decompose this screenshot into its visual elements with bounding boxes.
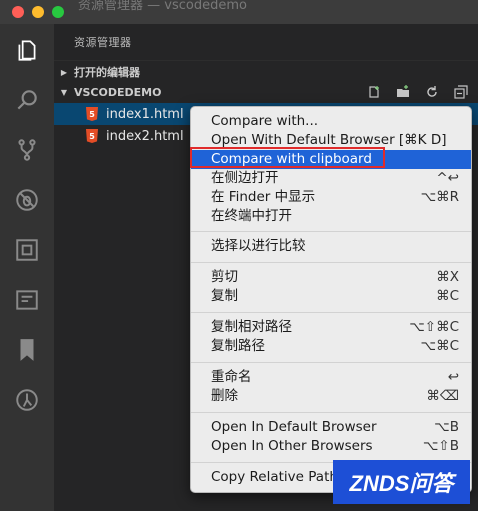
znds-watermark-logo: ZNDS问答 (333, 460, 470, 504)
files-icon[interactable] (13, 36, 41, 64)
menu-item-shortcut: ⌘⌫ (426, 388, 459, 404)
menu-item-open-default-browser-shortcut[interactable]: Open With Default Browser [⌘K D] (191, 131, 471, 150)
chevron-right-icon: ▶ (60, 67, 68, 77)
context-menu: Compare with... Open With Default Browse… (190, 106, 472, 493)
menu-item-open-in-terminal[interactable]: 在终端中打开 (191, 207, 471, 226)
menu-item-label: Open In Default Browser (211, 419, 377, 435)
minimize-window-button[interactable] (32, 6, 44, 18)
menu-item-open-in-default-browser[interactable]: Open In Default Browser ⌥B (191, 418, 471, 437)
source-control-icon[interactable] (13, 136, 41, 164)
maximize-window-button[interactable] (52, 6, 64, 18)
menu-item-label: 重命名 (211, 369, 252, 385)
explorer-title: 资源管理器 (74, 36, 132, 49)
menu-item-label: Open In Other Browsers (211, 438, 373, 454)
menu-item-open-to-side[interactable]: 在侧边打开 ^↩ (191, 169, 471, 188)
menu-item-open-in-other-browsers[interactable]: Open In Other Browsers ⌥⇧B (191, 437, 471, 456)
menu-item-shortcut: ⌥⌘R (420, 189, 459, 205)
menu-separator (191, 262, 471, 263)
menu-item-compare-with[interactable]: Compare with... (191, 112, 471, 131)
menu-item-reveal-in-finder[interactable]: 在 Finder 中显示 ⌥⌘R (191, 188, 471, 207)
extensions-icon[interactable] (13, 236, 41, 264)
title-bar: 资源管理器 — vscodedemo (0, 0, 478, 24)
menu-item-shortcut: ⌥⇧B (422, 438, 459, 454)
menu-item-label: Copy Relative Path (211, 469, 338, 485)
menu-item-label: 在终端中打开 (211, 208, 292, 224)
watermark-text: ZNDS问答 (349, 471, 454, 496)
menu-item-label: 在侧边打开 (211, 170, 279, 186)
menu-item-shortcut: ^↩ (436, 170, 459, 186)
menu-item-label: 选择以进行比较 (211, 238, 306, 254)
menu-separator (191, 231, 471, 232)
close-window-button[interactable] (12, 6, 24, 18)
menu-item-label: Open With Default Browser [⌘K D] (211, 132, 447, 148)
file-name: index2.html (106, 128, 184, 144)
menu-item-label: 复制相对路径 (211, 319, 292, 335)
menu-separator (191, 312, 471, 313)
project-label: VSCODEDEMO (74, 85, 162, 99)
menu-item-copy-path[interactable]: 复制路径 ⌥⌘C (191, 337, 471, 356)
menu-item-shortcut: ⌥⇧⌘C (409, 319, 459, 335)
menu-item-shortcut: ⌥B (434, 419, 459, 435)
activity-bar (0, 24, 54, 511)
menu-item-copy-relative-path[interactable]: 复制相对路径 ⌥⇧⌘C (191, 318, 471, 337)
project-actions (365, 83, 470, 101)
menu-item-label: 复制 (211, 288, 238, 304)
html5-icon: 5 (86, 129, 98, 143)
menu-item-label: 在 Finder 中显示 (211, 189, 316, 205)
refresh-icon[interactable] (423, 83, 441, 101)
debug-icon[interactable] (13, 186, 41, 214)
menu-item-label: Compare with clipboard (211, 151, 372, 167)
menu-item-copy[interactable]: 复制 ⌘C (191, 287, 471, 306)
new-folder-icon[interactable] (394, 83, 412, 101)
menu-item-label: Compare with... (211, 113, 319, 129)
chevron-down-icon: ▼ (60, 87, 68, 97)
search-icon[interactable] (13, 86, 41, 114)
bookmark-icon[interactable] (13, 336, 41, 364)
menu-item-shortcut: ↩ (447, 369, 459, 385)
preview-icon[interactable] (13, 286, 41, 314)
new-file-icon[interactable] (365, 83, 383, 101)
menu-separator (191, 412, 471, 413)
menu-separator (191, 362, 471, 363)
menu-item-cut[interactable]: 剪切 ⌘X (191, 268, 471, 287)
menu-item-label: 删除 (211, 388, 238, 404)
open-editors-section[interactable]: ▶ 打开的编辑器 (54, 60, 478, 83)
file-name: index1.html (106, 106, 184, 122)
open-editors-label: 打开的编辑器 (74, 66, 140, 79)
menu-item-shortcut: ⌘X (436, 269, 459, 285)
window-title: 资源管理器 — vscodedemo (78, 0, 247, 13)
menu-item-shortcut: ⌥⌘C (420, 338, 459, 354)
menu-item-select-for-compare[interactable]: 选择以进行比较 (191, 237, 471, 256)
menu-item-label: 剪切 (211, 269, 238, 285)
html5-icon: 5 (86, 107, 98, 121)
history-icon[interactable] (13, 386, 41, 414)
menu-item-compare-with-clipboard[interactable]: Compare with clipboard (191, 150, 471, 169)
menu-item-label: 复制路径 (211, 338, 265, 354)
collapse-all-icon[interactable] (452, 83, 470, 101)
menu-item-shortcut: ⌘C (436, 288, 459, 304)
menu-item-rename[interactable]: 重命名 ↩ (191, 368, 471, 387)
menu-item-delete[interactable]: 删除 ⌘⌫ (191, 387, 471, 406)
